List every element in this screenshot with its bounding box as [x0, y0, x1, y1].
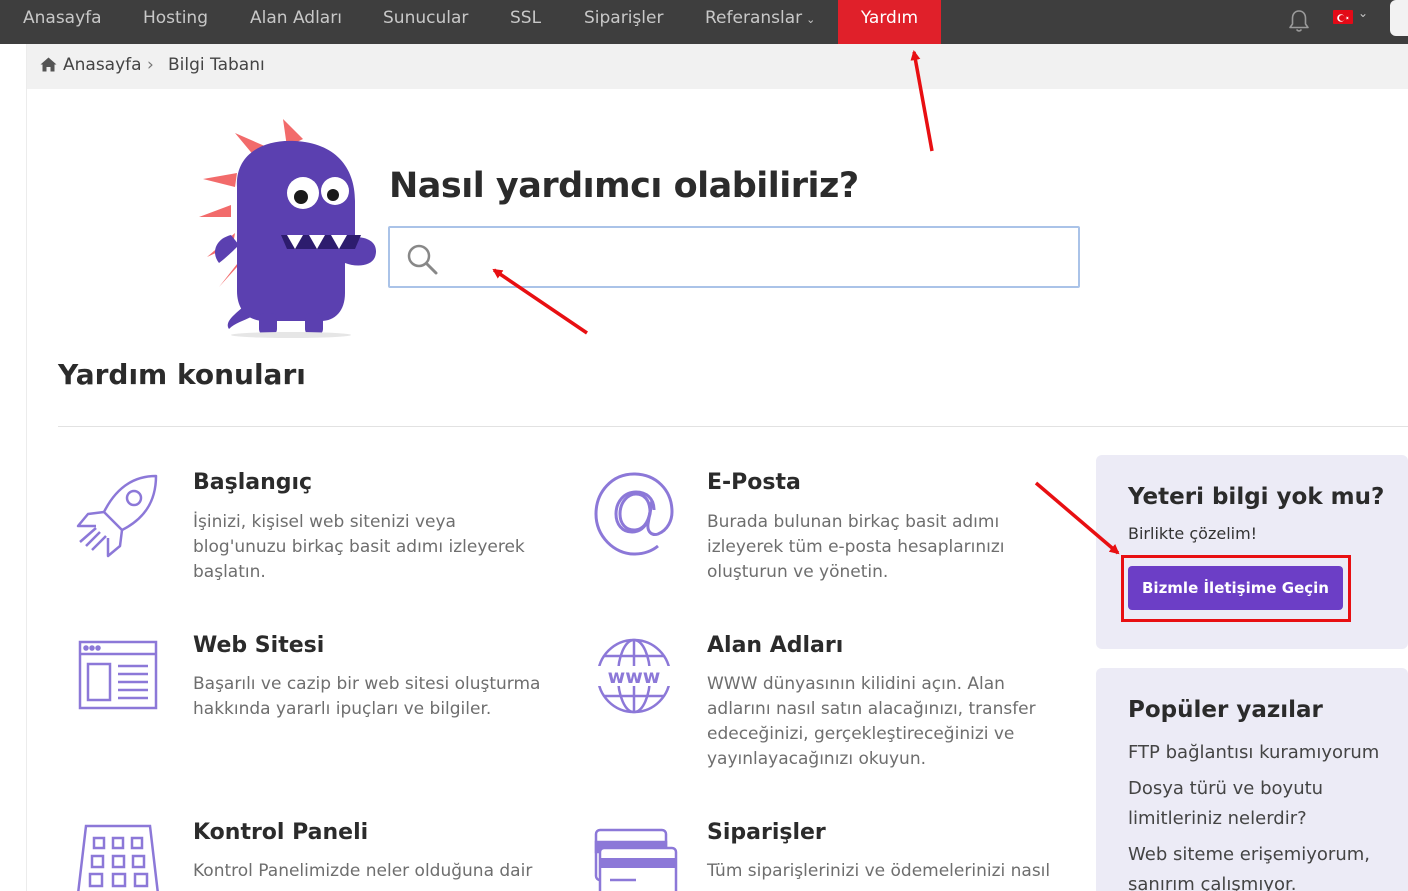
turkey-flag-icon[interactable]: [1333, 10, 1353, 24]
rocket-icon: [76, 474, 158, 558]
topic-desc-siparisler: Tüm siparişlerinizi ve ödemelerinizi nas…: [707, 861, 1051, 881]
breadcrumb-current: Bilgi Tabanı: [168, 55, 265, 75]
monster-mascot-icon: [199, 119, 377, 338]
nav-item-label: Referanslar: [705, 8, 803, 28]
search-input[interactable]: [450, 236, 1050, 276]
help-card-title: Yeteri bilgi yok mu?: [1128, 484, 1385, 510]
search-icon: [407, 244, 438, 275]
topic-title-kontrol-paneli[interactable]: Kontrol Paneli: [193, 820, 368, 845]
popular-post-link[interactable]: FTP bağlantısı kuramıyorum: [1128, 738, 1388, 768]
control-panel-icon: [77, 824, 159, 891]
topic-title-siparisler[interactable]: Siparişler: [707, 820, 826, 845]
nav-item-yardim[interactable]: Yardım: [838, 0, 941, 44]
topic-desc-e-posta: Burada bulunan birkaç basit adımı izleye…: [707, 512, 1005, 582]
www-globe-icon: www: [594, 638, 674, 714]
nav-item-hosting[interactable]: Hosting: [143, 0, 208, 44]
section-heading: Yardım konuları: [58, 358, 306, 391]
topic-desc-kontrol-paneli: Kontrol Panelimizde neler olduğuna dair: [193, 861, 533, 881]
svg-text:www: www: [608, 666, 661, 688]
at-sign-icon: [594, 472, 674, 556]
bell-icon[interactable]: [1287, 8, 1311, 34]
page-left-edge: [0, 44, 27, 891]
topic-desc-alan-adlari: WWW dünyasının kilidini açın. Alan adlar…: [707, 674, 1036, 769]
page-title: Nasıl yardımcı olabiliriz?: [389, 166, 859, 206]
nav-item-anasayfa[interactable]: Anasayfa: [23, 0, 102, 44]
nav-item-siparisler[interactable]: Siparişler: [584, 0, 663, 44]
divider: [58, 426, 1408, 427]
popular-post-link[interactable]: Web siteme erişemiyorum, sanırım çalışmı…: [1128, 840, 1388, 891]
popular-post-link[interactable]: Dosya türü ve boyutu limitleriniz nelerd…: [1128, 774, 1388, 834]
topic-title-e-posta[interactable]: E-Posta: [707, 470, 801, 495]
topic-title-baslangic[interactable]: Başlangıç: [193, 470, 312, 495]
nav-item-ssl[interactable]: SSL: [510, 0, 541, 44]
topic-title-web-sitesi[interactable]: Web Sitesi: [193, 633, 324, 658]
breadcrumb-home-link[interactable]: Anasayfa: [63, 55, 142, 75]
website-layout-icon: [78, 640, 158, 710]
popular-posts-title: Popüler yazılar: [1128, 697, 1323, 723]
nav-item-referanslar[interactable]: Referanslar ⌄: [705, 0, 815, 44]
topic-title-alan-adlari[interactable]: Alan Adları: [707, 633, 843, 658]
home-icon: [40, 57, 57, 72]
nav-item-sunucular[interactable]: Sunucular: [383, 0, 468, 44]
chevron-down-icon[interactable]: ⌄: [1358, 6, 1368, 20]
credit-card-icon: [594, 828, 678, 891]
nav-item-alan-adlari[interactable]: Alan Adları: [250, 0, 342, 44]
topic-desc-web-sitesi: Başarılı ve cazip bir web sitesi oluştur…: [193, 674, 541, 719]
top-navigation: Anasayfa Hosting Alan Adları Sunucular S…: [0, 0, 1408, 44]
topic-desc-baslangic: İşinizi, kişisel web sitenizi veya blog'…: [193, 512, 525, 582]
annotation-highlight-box: [1121, 555, 1351, 622]
breadcrumb-separator-icon: ›: [147, 55, 154, 75]
avatar[interactable]: [1390, 0, 1408, 36]
chevron-down-icon: ⌄: [806, 13, 816, 26]
help-card-subtitle: Birlikte çözelim!: [1128, 524, 1258, 543]
